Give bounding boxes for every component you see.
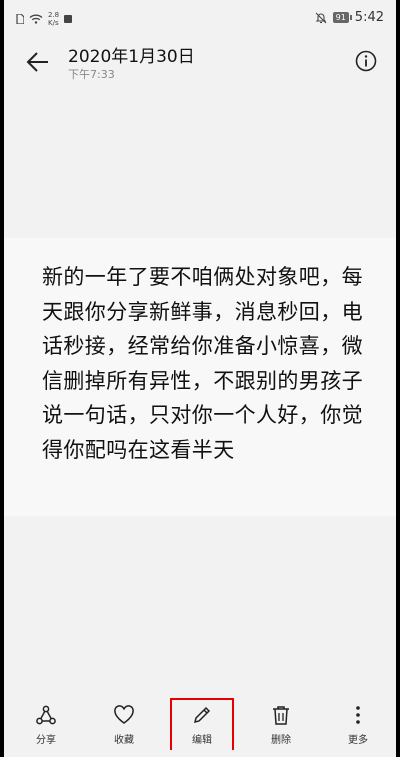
status-time: 5:42 — [354, 10, 384, 25]
favorite-label: 收藏 — [114, 735, 134, 746]
info-icon — [355, 50, 377, 72]
notification-icon — [64, 15, 73, 23]
page-title: 2020年1月30日 — [68, 47, 195, 67]
network-speed: 2.8 K/s — [48, 11, 59, 27]
note-header: 2020年1月30日 下午7:33 — [4, 36, 396, 96]
sim-icon — [16, 14, 24, 24]
status-right: 91 5:42 — [315, 10, 384, 25]
mute-icon — [315, 12, 326, 23]
speed-unit: K/s — [48, 19, 59, 27]
more-vertical-icon — [356, 706, 360, 724]
share-button[interactable]: 分享 — [16, 704, 76, 750]
wifi-icon — [29, 14, 43, 24]
note-card: 新的一年了要不咱俩处对象吧，每天跟你分享新鲜事，消息秒回，电话秒接，经常给你准备… — [4, 238, 396, 516]
share-icon — [36, 705, 56, 725]
more-label: 更多 — [348, 735, 368, 746]
note-time: 下午7:33 — [68, 68, 115, 81]
note-text: 新的一年了要不咱俩处对象吧，每天跟你分享新鲜事，消息秒回，电话秒接，经常给你准备… — [42, 265, 363, 462]
back-button[interactable] — [24, 48, 52, 76]
delete-button[interactable]: 删除 — [251, 704, 311, 750]
trash-icon — [273, 706, 289, 725]
info-button[interactable] — [354, 49, 378, 73]
battery-icon: 91 — [332, 12, 353, 23]
arrow-left-icon — [26, 52, 48, 72]
favorite-button[interactable]: 收藏 — [94, 704, 154, 750]
more-button[interactable]: 更多 — [328, 704, 388, 750]
share-label: 分享 — [36, 735, 56, 746]
heart-icon — [114, 705, 134, 724]
status-bar: 2.8 K/s 91 5:42 — [4, 0, 396, 36]
status-left: 2.8 K/s — [16, 11, 73, 27]
delete-label: 删除 — [271, 735, 291, 746]
speed-value: 2.8 — [48, 11, 60, 19]
screen: 2.8 K/s 91 5:42 2020年1月30日 下午7:33 新的一年了要… — [4, 0, 396, 757]
edit-highlight-box — [170, 698, 234, 750]
